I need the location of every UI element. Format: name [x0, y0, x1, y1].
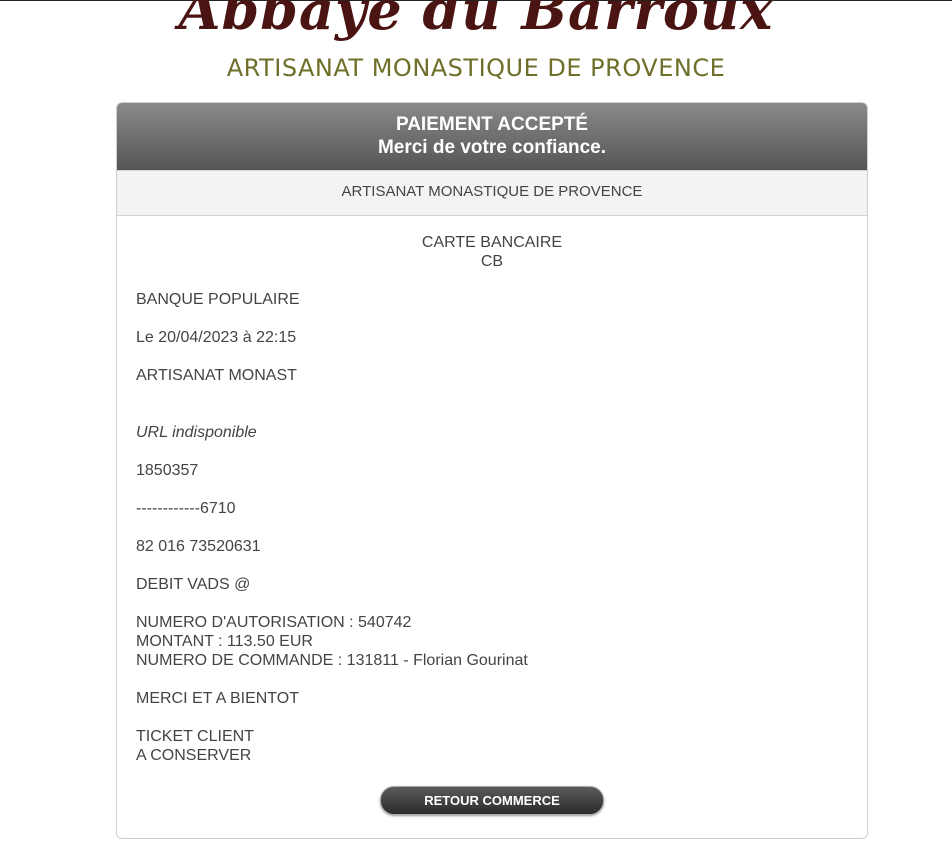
bank-name: BANQUE POPULAIRE	[136, 291, 300, 308]
card-type-line1: CARTE BANCAIRE	[421, 234, 563, 251]
debit-type: DEBIT VADS @	[136, 576, 251, 593]
ticket-note-line1: TICKET CLIENT	[136, 728, 254, 745]
return-to-shop-button[interactable]: RETOUR COMMERCE	[380, 786, 604, 815]
payment-receipt-card: PAIEMENT ACCEPTÉ Merci de votre confianc…	[116, 102, 868, 839]
ticket-note-line2: A CONSERVER	[136, 747, 252, 764]
card-type-line2: CB	[480, 253, 504, 270]
payment-status-header: PAIEMENT ACCEPTÉ Merci de votre confianc…	[117, 103, 867, 170]
merchant-name-bar: ARTISANAT MONASTIQUE DE PROVENCE	[117, 170, 867, 216]
transaction-datetime: Le 20/04/2023 à 22:15	[136, 329, 297, 346]
abbaye-logo: Abbaye du Barroux ARTISANAT MONASTIQUE D…	[0, 0, 952, 96]
authorization-number: NUMERO D'AUTORISATION : 540742	[136, 614, 412, 631]
card-type: CARTE BANCAIRE CB	[117, 233, 867, 271]
shop-url: URL indisponible	[136, 424, 257, 441]
merchant-number: 1850357	[136, 462, 199, 479]
amount: MONTANT : 113.50 EUR	[136, 633, 313, 650]
payment-status-subtitle: Merci de votre confiance.	[377, 137, 607, 158]
payment-status-title: PAIEMENT ACCEPTÉ	[395, 114, 589, 135]
shop-name: ARTISANAT MONAST	[136, 367, 297, 384]
logo-subtitle: ARTISANAT MONASTIQUE DE PROVENCE	[226, 54, 726, 82]
logo-title: Abbaye du Barroux	[178, 0, 774, 42]
thanks-message: MERCI ET A BIENTOT	[136, 690, 299, 707]
payment-details: NUMERO D'AUTORISATION : 540742 MONTANT :…	[136, 613, 528, 670]
masked-card-number: ------------6710	[136, 500, 236, 517]
ticket-note: TICKET CLIENT A CONSERVER	[136, 727, 254, 765]
transaction-reference: 82 016 73520631	[136, 538, 261, 555]
order-number: NUMERO DE COMMANDE : 131811 - Florian Go…	[136, 652, 528, 669]
